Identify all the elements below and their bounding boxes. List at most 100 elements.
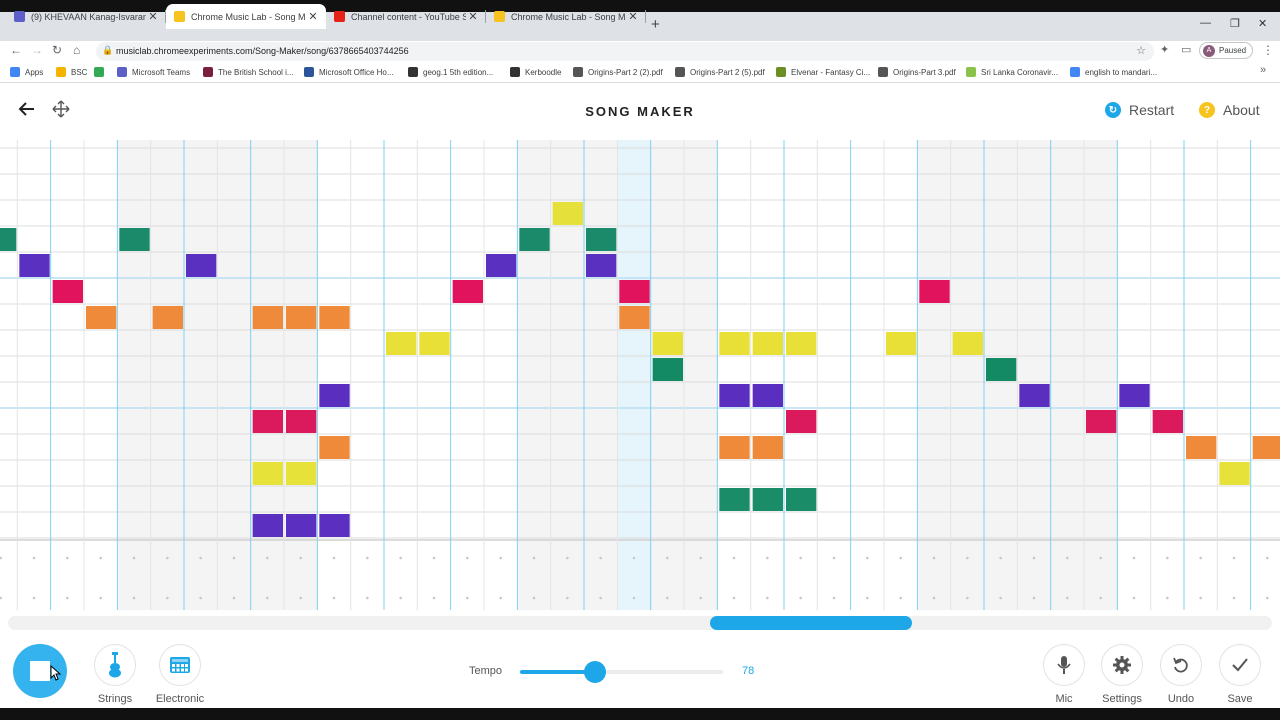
note-block[interactable] (419, 332, 450, 355)
move-arrows-icon[interactable] (52, 100, 70, 118)
note-block[interactable] (19, 254, 50, 277)
bookmark-item[interactable]: Origins-Part 3.pdf (878, 67, 956, 77)
note-block[interactable] (652, 358, 683, 381)
bookmark-item[interactable]: Elvenar - Fantasy Ci... (776, 67, 870, 77)
browser-tab[interactable]: Chrome Music Lab - Song Maker✕ (486, 4, 646, 29)
bookmark-item[interactable] (94, 67, 109, 77)
note-block[interactable] (652, 332, 683, 355)
bookmark-star-icon[interactable]: ☆ (1136, 44, 1146, 57)
note-block[interactable] (0, 228, 17, 251)
mic-button[interactable]: Mic (1034, 644, 1094, 705)
bookmarks-more-icon[interactable]: » (1260, 64, 1266, 76)
note-block[interactable] (252, 306, 283, 329)
note-block[interactable] (52, 280, 83, 303)
note-block[interactable] (319, 436, 350, 459)
note-block[interactable] (319, 384, 350, 407)
back-nav-icon[interactable]: ← (10, 43, 22, 57)
restart-button[interactable]: ↻ Restart (1105, 102, 1174, 118)
browser-tab[interactable]: (9) KHEVAAN Kanag-Isvaran | M✕ (6, 4, 166, 29)
profile-button[interactable]: A Paused (1199, 42, 1253, 59)
note-block[interactable] (486, 254, 517, 277)
note-block[interactable] (786, 332, 817, 355)
grid-scroll-track[interactable] (8, 616, 1272, 630)
browser-tab[interactable]: Chrome Music Lab - Song M ✕ (166, 4, 326, 29)
note-block[interactable] (186, 254, 217, 277)
note-block[interactable] (252, 514, 283, 537)
bookmark-item[interactable]: Origins-Part 2 (2).pdf (573, 67, 663, 77)
bookmark-item[interactable]: geog.1 5th edition... (408, 67, 493, 77)
note-block[interactable] (552, 202, 583, 225)
url-text[interactable]: musiclab.chromeexperiments.com/Song-Make… (116, 46, 409, 56)
browser-menu-icon[interactable]: ⋮ (1262, 43, 1274, 57)
bookmark-item[interactable]: Microsoft Teams (117, 67, 190, 77)
note-block[interactable] (152, 306, 183, 329)
song-grid[interactable] (0, 140, 1280, 610)
cast-icon[interactable]: ▭ (1181, 43, 1191, 56)
note-block[interactable] (319, 306, 350, 329)
tempo-slider-knob[interactable] (584, 661, 607, 683)
note-block[interactable] (86, 306, 117, 329)
new-tab-button[interactable]: + (651, 16, 660, 33)
bookmark-item[interactable]: BSC (56, 67, 87, 77)
note-block[interactable] (252, 410, 283, 433)
tab-close-icon[interactable]: ✕ (146, 10, 160, 23)
note-block[interactable] (752, 332, 783, 355)
note-block[interactable] (286, 306, 317, 329)
note-block[interactable] (119, 228, 150, 251)
note-block[interactable] (786, 488, 817, 511)
note-block[interactable] (1119, 384, 1150, 407)
extensions-icon[interactable]: ✦ (1160, 43, 1169, 56)
note-block[interactable] (752, 384, 783, 407)
note-block[interactable] (719, 332, 750, 355)
note-block[interactable] (1152, 410, 1183, 433)
bookmark-item[interactable]: Apps (10, 67, 43, 77)
note-block[interactable] (319, 514, 350, 537)
note-block[interactable] (1186, 436, 1217, 459)
bookmark-item[interactable]: Sri Lanka Coronavir... (966, 67, 1058, 77)
note-block[interactable] (1252, 436, 1280, 459)
restore-icon[interactable]: ❐ (1230, 17, 1240, 30)
about-button[interactable]: ? About (1199, 102, 1260, 118)
tab-close-icon[interactable]: ✕ (626, 10, 640, 23)
note-block[interactable] (719, 436, 750, 459)
note-block[interactable] (586, 228, 617, 251)
note-block[interactable] (1086, 410, 1117, 433)
omnibox[interactable]: 🔒 musiclab.chromeexperiments.com/Song-Ma… (96, 42, 1154, 61)
note-block[interactable] (286, 462, 317, 485)
bookmark-item[interactable]: Kerboodle (510, 67, 561, 77)
tab-close-icon[interactable]: ✕ (466, 10, 480, 23)
close-window-icon[interactable]: ✕ (1258, 17, 1267, 30)
bookmark-item[interactable]: english to mandari... (1070, 67, 1157, 77)
note-block[interactable] (786, 410, 817, 433)
note-block[interactable] (452, 280, 483, 303)
drums-button[interactable]: Electronic (150, 644, 210, 705)
undo-button[interactable]: Undo (1151, 644, 1211, 705)
note-block[interactable] (719, 488, 750, 511)
bookmark-item[interactable]: Origins-Part 2 (5).pdf (675, 67, 765, 77)
note-block[interactable] (519, 228, 550, 251)
bookmark-item[interactable]: Microsoft Office Ho... (304, 67, 394, 77)
note-block[interactable] (619, 280, 650, 303)
settings-button[interactable]: Settings (1092, 644, 1152, 705)
grid-scroll-thumb[interactable] (710, 616, 912, 630)
reload-icon[interactable]: ↻ (52, 43, 62, 57)
browser-tab[interactable]: Channel content - YouTube Studi✕ (326, 4, 486, 29)
save-button[interactable]: Save (1210, 644, 1270, 705)
note-block[interactable] (1219, 462, 1250, 485)
note-block[interactable] (986, 358, 1017, 381)
minimize-icon[interactable]: — (1200, 17, 1211, 29)
note-block[interactable] (286, 514, 317, 537)
note-block[interactable] (919, 280, 950, 303)
note-block[interactable] (752, 436, 783, 459)
note-block[interactable] (586, 254, 617, 277)
note-block[interactable] (619, 306, 650, 329)
instrument-button[interactable]: Strings (85, 644, 145, 705)
back-arrow-icon[interactable] (18, 100, 36, 118)
note-block[interactable] (719, 384, 750, 407)
note-block[interactable] (886, 332, 917, 355)
bookmark-item[interactable]: The British School i... (203, 67, 294, 77)
forward-nav-icon[interactable]: → (31, 43, 43, 57)
home-icon[interactable]: ⌂ (73, 43, 80, 57)
note-block[interactable] (252, 462, 283, 485)
note-block[interactable] (286, 410, 317, 433)
